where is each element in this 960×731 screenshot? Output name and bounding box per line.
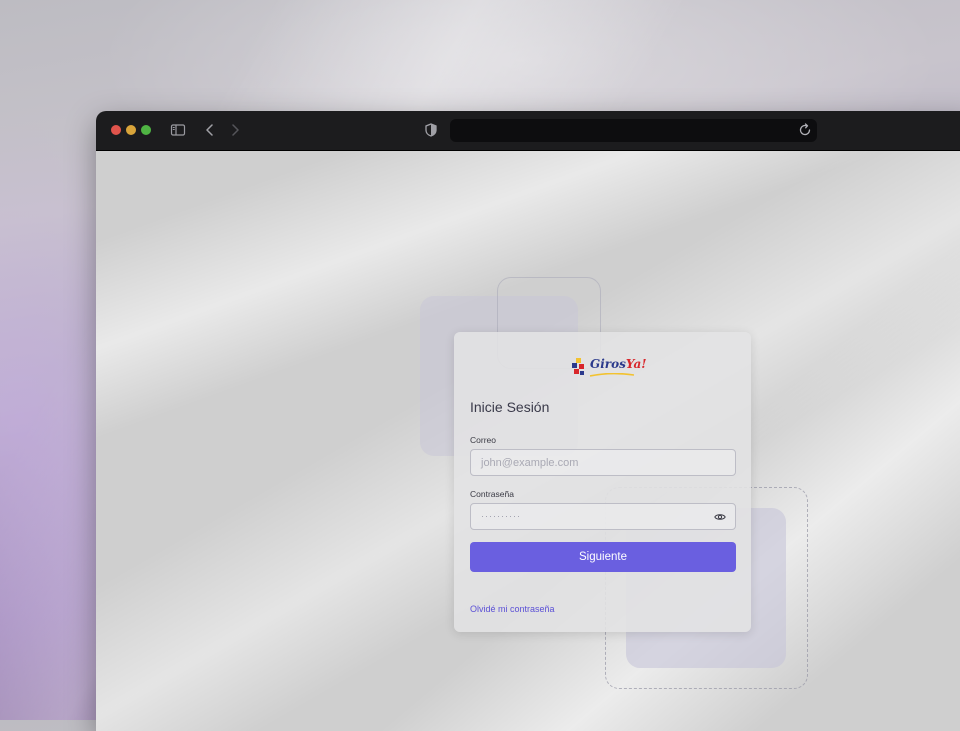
submit-button[interactable]: Siguiente — [470, 542, 736, 572]
shield-icon[interactable] — [423, 122, 439, 138]
password-label: Contraseña — [470, 489, 514, 499]
browser-toolbar — [96, 111, 960, 151]
reload-icon[interactable] — [797, 122, 813, 138]
login-card: GirosYa! Inicie Sesión Correo john@examp… — [454, 332, 751, 632]
email-label: Correo — [470, 435, 496, 445]
maximize-window-button[interactable] — [141, 125, 151, 135]
password-mask: ·········· — [481, 511, 521, 521]
address-bar[interactable] — [450, 119, 817, 142]
page-viewport: GirosYa! Inicie Sesión Correo john@examp… — [96, 151, 960, 731]
logo-wordmark: GirosYa! — [590, 357, 647, 371]
eye-icon[interactable] — [714, 511, 726, 523]
logo-mark-icon — [572, 358, 584, 375]
browser-window: GirosYa! Inicie Sesión Correo john@examp… — [96, 111, 960, 731]
email-placeholder: john@example.com — [481, 457, 579, 469]
brand-logo: GirosYa! — [571, 354, 647, 380]
email-input[interactable]: john@example.com — [470, 449, 736, 476]
logo-swoosh — [590, 373, 634, 377]
sidebar-icon[interactable] — [170, 122, 186, 138]
login-title: Inicie Sesión — [470, 399, 550, 415]
back-icon[interactable] — [202, 122, 218, 138]
close-window-button[interactable] — [111, 125, 121, 135]
forward-icon[interactable] — [227, 122, 243, 138]
forgot-password-link[interactable]: Olvidé mi contraseña — [470, 604, 555, 614]
password-input[interactable]: ·········· — [470, 503, 736, 530]
minimize-window-button[interactable] — [126, 125, 136, 135]
